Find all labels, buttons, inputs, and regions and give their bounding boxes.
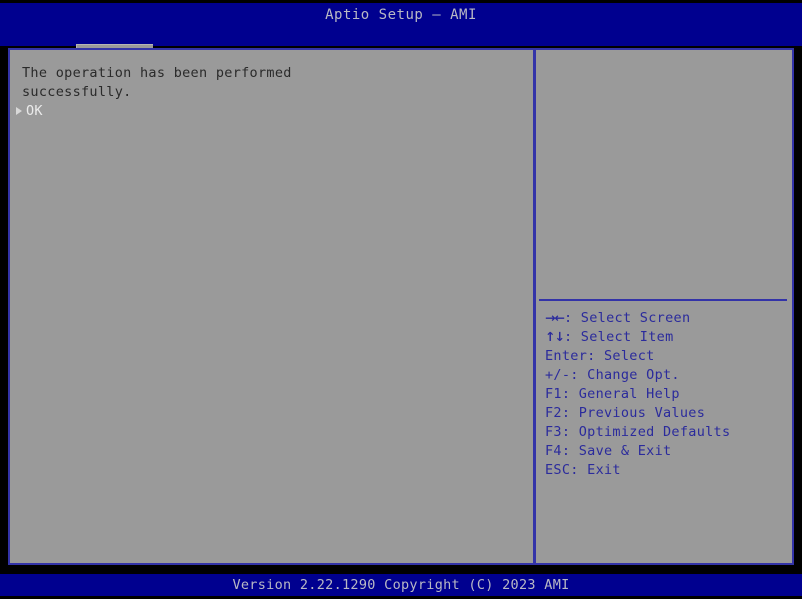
tab-strip: Advanced [0, 22, 802, 67]
message-line-1: The operation has been performed [22, 65, 292, 81]
triangle-right-icon [16, 107, 22, 115]
help-key-label: F4 [545, 443, 562, 459]
help-key-label: Enter [545, 348, 588, 364]
help-key-description: : Select [587, 348, 655, 364]
help-key-description: : Select Item [563, 329, 674, 345]
help-key-list: →←: Select Screen ↑↓: Select Item Enter: S… [545, 310, 791, 481]
version-text: Version 2.22.1290 Copyright (C) 2023 AMI [232, 577, 570, 593]
page-title: Aptio Setup – AMI [325, 7, 477, 23]
help-key-label: +/- [545, 367, 571, 383]
message-pane: The operation has been performed success… [10, 50, 533, 563]
ok-menu-item-label: OK [26, 103, 43, 119]
help-key-row: ↑↓: Select Item [545, 329, 791, 348]
help-key-row: +/-: Change Opt. [545, 367, 791, 386]
help-key-row: →←: Select Screen [545, 310, 791, 329]
ok-menu-item[interactable]: OK [12, 103, 212, 121]
help-key-description: : Exit [570, 462, 621, 478]
help-key-row: Enter: Select [545, 348, 791, 367]
message-line-2: successfully. [22, 84, 132, 100]
help-pane-divider [539, 299, 787, 301]
help-key-label: ESC [545, 462, 571, 478]
footer-bar: Version 2.22.1290 Copyright (C) 2023 AMI [0, 574, 802, 596]
help-key-label: →← [545, 310, 565, 325]
help-key-description: : Previous Values [561, 405, 706, 421]
help-key-label: F3 [545, 424, 562, 440]
help-key-description: : Save & Exit [561, 443, 672, 459]
bios-setup-screen: Aptio Setup – AMI Advanced The operation… [0, 0, 802, 599]
help-key-label: ↑↓ [545, 329, 565, 344]
help-pane: →←: Select Screen ↑↓: Select Item Enter: S… [536, 50, 792, 563]
help-key-row: ESC: Exit [545, 462, 791, 481]
help-key-description: : Select Screen [563, 310, 691, 326]
help-key-row: F1: General Help [545, 386, 791, 405]
help-key-row: F2: Previous Values [545, 405, 791, 424]
help-key-description: : Optimized Defaults [561, 424, 731, 440]
help-key-row: F4: Save & Exit [545, 443, 791, 462]
help-key-label: F2 [545, 405, 562, 421]
help-key-label: F1 [545, 386, 562, 402]
content-frame: The operation has been performed success… [8, 48, 794, 565]
help-key-description: : Change Opt. [570, 367, 680, 383]
help-key-row: F3: Optimized Defaults [545, 424, 791, 443]
help-key-description: : General Help [561, 386, 680, 402]
